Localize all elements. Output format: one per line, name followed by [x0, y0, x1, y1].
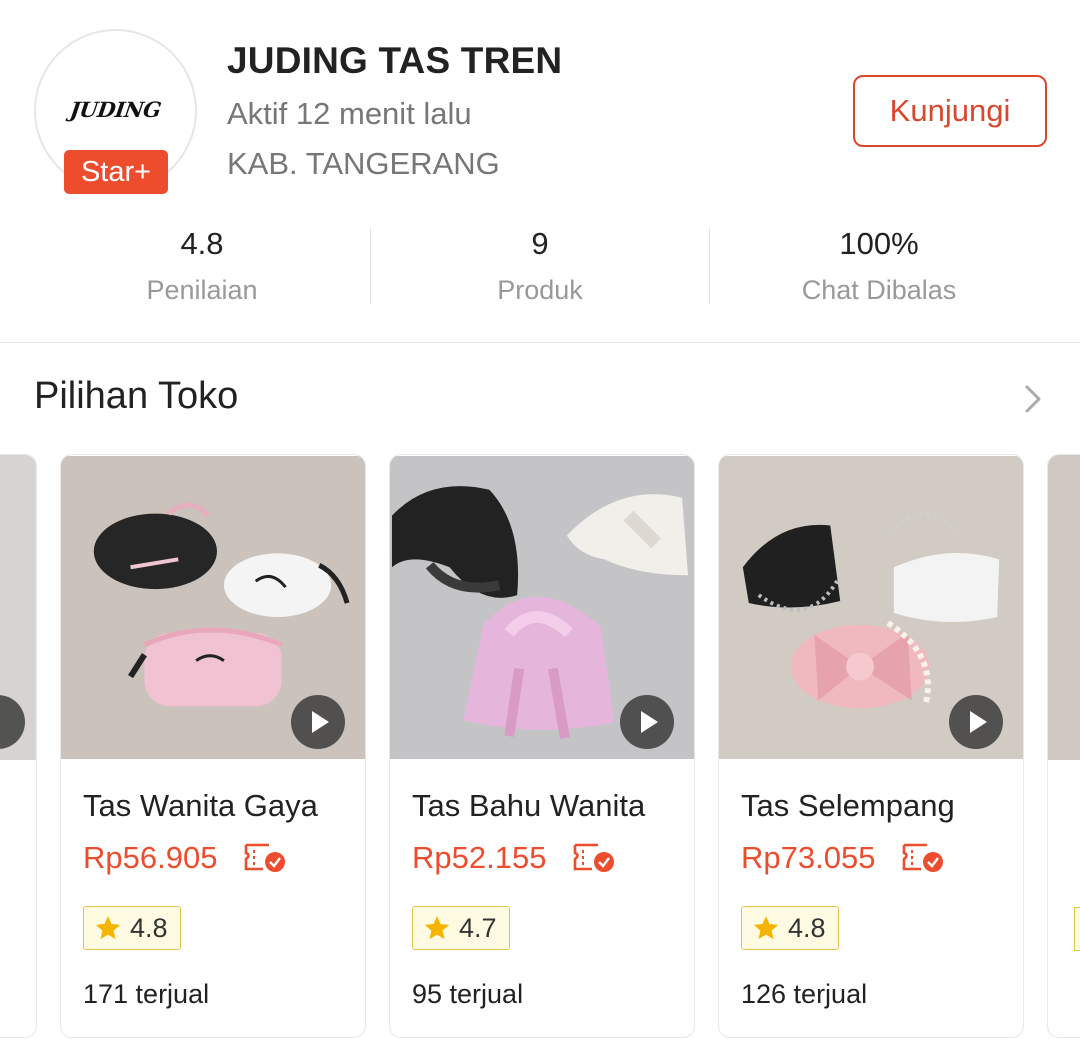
stat-label: Chat Dibalas	[801, 275, 957, 305]
product-card[interactable]: Tas Selempang Rp73.055 4.8 126 terjual	[718, 454, 1024, 1038]
sold-count: 126 terjual	[741, 979, 868, 1009]
product-card-partial[interactable]	[1047, 454, 1080, 1038]
stat-label: Penilaian	[146, 275, 258, 305]
stat-label: Produk	[497, 275, 583, 305]
product-title: Tas Bahu Wanita	[412, 788, 646, 823]
stat-chat-reply[interactable]: 100% Chat Dibalas	[710, 226, 1048, 306]
rating-value: 4.8	[130, 912, 168, 943]
stat-products[interactable]: 9 Produk	[371, 226, 709, 306]
shop-location: KAB. TANGERANG	[227, 146, 500, 181]
play-icon[interactable]	[949, 695, 1003, 749]
stat-value: 4.8	[180, 226, 224, 261]
chevron-right-icon[interactable]	[1018, 382, 1048, 416]
product-image	[1048, 455, 1080, 760]
star-icon	[95, 916, 121, 940]
voucher-icon	[573, 843, 614, 872]
rating-box: 4.8	[741, 906, 839, 950]
section-title: Pilihan Toko	[34, 375, 239, 417]
star-icon	[753, 916, 779, 940]
logo-text: JUDING	[68, 97, 163, 122]
product-title: Tas Selempang	[741, 788, 955, 823]
rating-value: 4.8	[788, 912, 826, 943]
shop-name: JUDING TAS TREN	[227, 40, 563, 81]
stat-value: 100%	[839, 226, 919, 261]
star-plus-badge: Star+	[64, 150, 168, 194]
product-card-partial[interactable]	[0, 454, 37, 1038]
rating-value: 4.7	[459, 912, 497, 943]
voucher-icon	[244, 843, 285, 872]
star-icon	[424, 916, 450, 940]
shop-logo[interactable]: JUDING Star+	[34, 29, 197, 194]
shop-active-status: Aktif 12 menit lalu	[227, 96, 472, 131]
product-price: Rp73.055	[741, 840, 876, 875]
sold-count: 95 terjual	[412, 979, 524, 1009]
stat-value: 9	[531, 226, 549, 261]
play-icon[interactable]	[620, 695, 674, 749]
product-card[interactable]: Tas Wanita Gaya Rp56.905 4.8 171 terjual	[60, 454, 366, 1038]
section-divider	[0, 342, 1080, 343]
product-title: Tas Wanita Gaya	[83, 788, 318, 823]
rating-box	[1074, 907, 1080, 951]
sold-count: 171 terjual	[83, 979, 210, 1009]
stat-rating[interactable]: 4.8 Penilaian	[33, 226, 371, 306]
product-card[interactable]: Tas Bahu Wanita Rp52.155 4.7 95 terjual	[389, 454, 695, 1038]
product-price: Rp52.155	[412, 840, 547, 875]
visit-shop-button[interactable]: Kunjungi	[853, 75, 1047, 147]
product-price: Rp56.905	[83, 840, 218, 875]
rating-box: 4.7	[412, 906, 510, 950]
rating-box: 4.8	[83, 906, 181, 950]
play-icon[interactable]	[291, 695, 345, 749]
voucher-icon	[902, 843, 943, 872]
